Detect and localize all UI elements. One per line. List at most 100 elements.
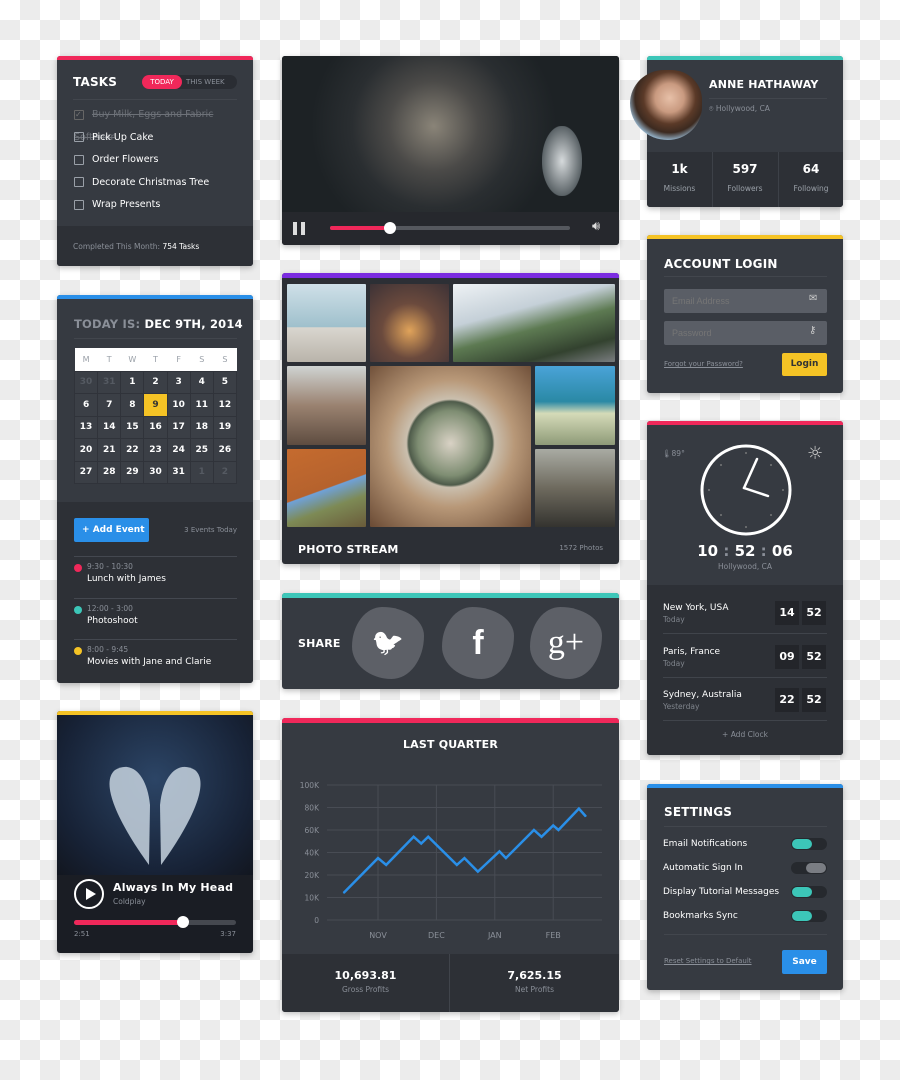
task-item[interactable]: Decorate Christmas Tree (57, 172, 253, 195)
event-item[interactable]: 9:30 - 10:30 Lunch with James (74, 556, 237, 597)
checkbox[interactable] (74, 154, 84, 165)
calendar-day[interactable]: 16 (143, 415, 168, 439)
stat-followers[interactable]: 597 Followers (712, 152, 777, 207)
stat-missions[interactable]: 1k Missions (647, 152, 712, 207)
calendar-day[interactable]: 15 (120, 415, 145, 439)
task-label: Decorate Christmas Tree (92, 176, 210, 188)
checkbox[interactable] (74, 199, 84, 210)
calendar-day[interactable]: 1 (189, 460, 214, 484)
event-item[interactable]: 12:00 - 3:00 Photoshoot (74, 597, 237, 639)
password-field[interactable] (664, 321, 827, 345)
photo-eiffel[interactable] (535, 449, 615, 527)
add-event-button[interactable]: + Add Event (74, 518, 149, 542)
setting-toggle[interactable] (791, 862, 827, 874)
setting-label: Bookmarks Sync (663, 911, 738, 921)
weekday-header: F (167, 348, 191, 371)
data-point (377, 857, 379, 859)
calendar-day[interactable]: 18 (189, 415, 214, 439)
stat-following[interactable]: 64 Following (778, 152, 843, 207)
google-plus-button[interactable]: g+ (530, 607, 602, 679)
calendar-day[interactable]: 10 (166, 393, 191, 417)
calendar-day[interactable]: 12 (212, 393, 238, 417)
task-list: ✓ Buy Milk, Eggs and Fabric Softener Pick … (57, 104, 253, 217)
checked-checkbox[interactable]: ✓ (74, 109, 84, 120)
event-item[interactable]: 8:00 - 9:45 Movies with Jane and Clarie (74, 639, 237, 680)
photo-pelican[interactable] (287, 284, 366, 362)
calendar-day[interactable]: 25 (189, 438, 214, 462)
calendar-day[interactable]: 20 (73, 438, 99, 462)
calendar-day[interactable]: 5 (212, 370, 238, 394)
calendar-day[interactable]: 22 (120, 438, 145, 462)
calendar-day[interactable]: 30 (143, 460, 168, 484)
divider (664, 934, 827, 935)
calendar-day[interactable]: 17 (166, 415, 191, 439)
calendar-day[interactable]: 19 (212, 415, 238, 439)
photo-logs[interactable] (287, 366, 366, 445)
calendar-day[interactable]: 13 (73, 415, 99, 439)
calendar-day[interactable]: 31 (97, 370, 122, 394)
calendar-day[interactable]: 31 (166, 460, 191, 484)
today-date: DEC 9TH, 2014 (144, 317, 243, 331)
add-clock-button[interactable]: + Add Clock (647, 730, 843, 739)
pause-icon[interactable] (293, 222, 305, 235)
calendar-day[interactable]: 3 (166, 370, 191, 394)
task-item[interactable]: Wrap Presents (57, 194, 253, 217)
data-point (541, 836, 543, 838)
email-field[interactable] (664, 289, 827, 313)
setting-toggle[interactable] (791, 886, 827, 898)
calendar-day[interactable]: 29 (120, 460, 145, 484)
volume-icon[interactable]: 🔊︎ (592, 219, 600, 234)
video-frame[interactable] (282, 56, 619, 212)
video-seek-handle[interactable] (384, 222, 396, 234)
facebook-button[interactable]: f (442, 607, 514, 679)
task-item[interactable]: Pick Up Cake (57, 127, 253, 150)
calendar-day[interactable]: 11 (189, 393, 214, 417)
twitter-button[interactable]: 🐦 (352, 607, 424, 679)
calendar-day[interactable]: 1 (120, 370, 145, 394)
calendar-day[interactable]: 30 (73, 370, 99, 394)
calendar-day[interactable]: 24 (166, 438, 191, 462)
toggle-knob (792, 887, 812, 897)
calendar-day[interactable]: 2 (143, 370, 168, 394)
setting-toggle[interactable] (791, 838, 827, 850)
save-button[interactable]: Save (782, 950, 827, 974)
seek-handle[interactable] (176, 916, 189, 928)
play-button[interactable] (74, 879, 104, 909)
avatar[interactable] (630, 70, 702, 140)
checkbox[interactable] (74, 132, 84, 142)
calendar-day[interactable]: 7 (97, 393, 122, 417)
calendar-day[interactable]: 21 (97, 438, 122, 462)
key-icon: ⚷ (809, 325, 817, 336)
calendar-day[interactable]: 27 (73, 460, 99, 484)
reset-settings-link[interactable]: Reset Settings to Default (664, 957, 752, 965)
checkbox[interactable] (74, 177, 84, 187)
calendar-day[interactable]: 23 (143, 438, 168, 462)
photo-desert[interactable] (287, 449, 366, 527)
login-button[interactable]: Login (782, 353, 827, 376)
forgot-password-link[interactable]: Forgot your Password? (664, 360, 743, 368)
photo-van[interactable] (535, 366, 615, 445)
tab-today[interactable]: TODAY (142, 75, 182, 89)
today-label: TODAY IS: (74, 317, 141, 331)
tab-this-week[interactable]: THIS WEEK (186, 75, 225, 89)
calendar-day[interactable]: 14 (97, 415, 122, 439)
calendar-day[interactable]: 2 (212, 460, 238, 484)
completed-value: 754 Tasks (162, 242, 200, 251)
elapsed-time: 2:51 (74, 930, 90, 938)
calendar-day[interactable]: 6 (73, 393, 99, 417)
calendar-day[interactable]: 8 (120, 393, 145, 417)
setting-toggle[interactable] (791, 910, 827, 922)
wings-artwork (109, 766, 201, 865)
calendar-day[interactable]: 4 (189, 370, 214, 394)
calendar-day-selected[interactable]: 9 (143, 393, 168, 417)
task-item[interactable]: ✓ Buy Milk, Eggs and Fabric Softener (57, 104, 253, 143)
photo-tunnel[interactable] (370, 284, 449, 362)
photo-mountain-road[interactable] (453, 284, 615, 362)
calendar-day[interactable]: 26 (212, 438, 238, 462)
clock-location: Hollywood, CA (717, 562, 773, 571)
photo-cactus[interactable] (370, 366, 531, 527)
video-seek-bar[interactable] (330, 222, 570, 234)
seek-bar[interactable] (74, 916, 236, 928)
task-item[interactable]: Order Flowers (57, 149, 253, 172)
calendar-day[interactable]: 28 (97, 460, 122, 484)
